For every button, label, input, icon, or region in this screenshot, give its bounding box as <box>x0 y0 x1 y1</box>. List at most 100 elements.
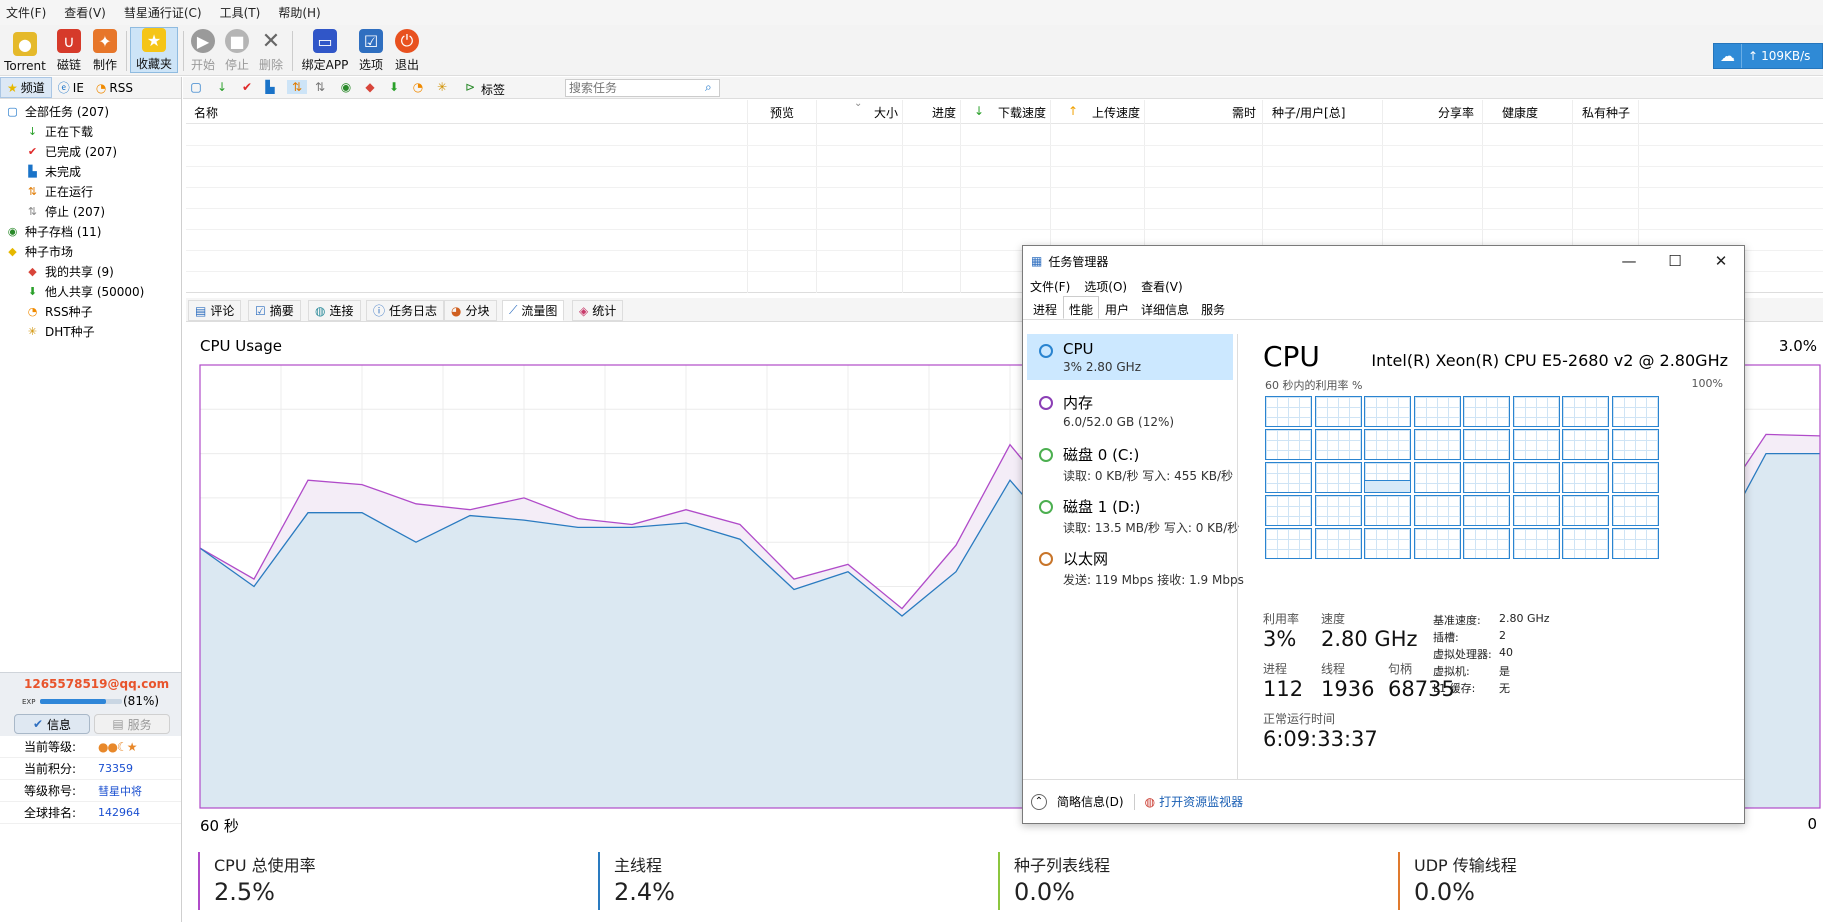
make-torrent-button[interactable]: ✦ 制作 <box>88 27 122 73</box>
tab-pieces[interactable]: ◕ 分块 <box>444 300 497 321</box>
menu-view[interactable]: 查看(V) <box>64 4 106 21</box>
menu-passport[interactable]: 彗星通行证(C) <box>124 4 202 21</box>
column-health[interactable]: 健康度 <box>1502 104 1538 121</box>
download-icon[interactable]: ↓ <box>215 80 229 94</box>
user-email[interactable]: 1265578519@qq.com <box>24 677 169 691</box>
favorites-button[interactable]: ★ 收藏夹 <box>130 27 178 73</box>
sidebar-item-completed[interactable]: ✔ 已完成 (207) <box>0 141 181 161</box>
tm-tab-users[interactable]: 用户 <box>1099 296 1135 319</box>
column-ratio[interactable]: 分享率 <box>1438 104 1474 121</box>
tm-tab-details[interactable]: 详细信息 <box>1135 296 1195 319</box>
core-graph <box>1611 396 1659 427</box>
tm-resource-item[interactable]: 以太网 发送: 119 Mbps 接收: 1.9 Mbps <box>1027 542 1244 588</box>
tab-comments[interactable]: ▤ 评论 <box>188 300 242 321</box>
sidebar-item-archive[interactable]: ◉ 种子存档 (11) <box>0 221 181 241</box>
sidebar-item-incomplete[interactable]: ▙ 未完成 <box>0 161 181 181</box>
stop-button[interactable]: ■ 停止 <box>222 27 252 73</box>
chevron-up-icon[interactable]: ⌃ <box>1031 793 1047 810</box>
tm-tab-processes[interactable]: 进程 <box>1027 296 1063 319</box>
tm-menu-options[interactable]: 选项(O) <box>1084 278 1127 295</box>
tab-task-log[interactable]: ⓘ 任务日志 <box>366 300 445 321</box>
sidebar-item-downloading[interactable]: ↓ 正在下载 <box>0 121 181 141</box>
stopped-icon: ⇅ <box>27 204 38 218</box>
column-download-speed[interactable]: 下载速度 <box>998 104 1046 121</box>
completed-icon[interactable]: ✔ <box>240 80 254 94</box>
sidebar-item-rss[interactable]: ◔ RSS种子 <box>0 301 181 321</box>
sidebar-item-others-share[interactable]: ⬇ 他人共享 (50000) <box>0 281 181 301</box>
running-icon[interactable]: ⇅ <box>287 80 307 94</box>
column-name[interactable]: 名称 <box>194 104 218 121</box>
tab-rss[interactable]: ◔ RSS <box>90 77 139 98</box>
column-progress[interactable]: 进度 <box>932 104 956 121</box>
column-seeds[interactable]: 种子/用户[总] <box>1272 104 1345 121</box>
sidebar-item-all-tasks[interactable]: ▢ 全部任务 (207) <box>0 101 181 121</box>
speed-indicator[interactable]: ☁ ↑ 109KB/s <box>1713 43 1823 69</box>
search-input[interactable] <box>565 79 720 97</box>
dht-icon[interactable]: ✳ <box>435 80 449 94</box>
sidebar-item-dht[interactable]: ✳ DHT种子 <box>0 321 181 341</box>
tm-tab-services[interactable]: 服务 <box>1195 296 1231 319</box>
tm-resource-item[interactable]: 内存 6.0/52.0 GB (12%) <box>1027 386 1233 432</box>
tab-summary[interactable]: ☑ 摘要 <box>248 300 301 321</box>
tab-channel[interactable]: ★ 频道 <box>0 77 52 98</box>
tab-ie[interactable]: ⓔ IE <box>52 77 90 98</box>
menu-tools[interactable]: 工具(T) <box>220 4 261 21</box>
magnet-button[interactable]: ∪ 磁链 <box>52 27 86 73</box>
tm-resource-item[interactable]: 磁盘 1 (D:) 读取: 13.5 MB/秒 写入: 0 KB/秒 <box>1027 490 1239 536</box>
column-upload-speed[interactable]: 上传速度 <box>1092 104 1140 121</box>
sidebar-item-running[interactable]: ⇅ 正在运行 <box>0 181 181 201</box>
tm-resource-item[interactable]: 磁盘 0 (C:) 读取: 0 KB/秒 写入: 455 KB/秒 <box>1027 438 1233 484</box>
rss-icon[interactable]: ◔ <box>411 80 425 94</box>
maximize-button[interactable]: ☐ <box>1652 246 1698 276</box>
stopped-icon[interactable]: ⇅ <box>313 80 327 94</box>
resource-title: 磁盘 1 (D:) <box>1063 498 1141 516</box>
sidebar-item-label: 停止 (207) <box>45 204 106 219</box>
open-resource-monitor-link[interactable]: 打开资源监视器 <box>1159 793 1243 810</box>
search-icon[interactable]: ⌕ <box>705 80 712 95</box>
user-info-key: 当前积分: <box>24 762 77 776</box>
column-size[interactable]: 大小 <box>874 104 898 121</box>
sidebar-item-market[interactable]: ◆ 种子市场 <box>0 241 181 261</box>
tm-tab-performance[interactable]: 性能 <box>1063 296 1100 319</box>
column-time[interactable]: 需时 <box>1232 104 1256 121</box>
tab-stats[interactable]: ◈ 统计 <box>572 300 624 321</box>
legend-name: CPU 总使用率 <box>214 856 316 875</box>
tm-menu-view[interactable]: 查看(V) <box>1141 278 1183 295</box>
start-button[interactable]: ▶ 开始 <box>188 27 218 73</box>
tag-icon[interactable]: ⊳ <box>463 80 477 94</box>
tag-label[interactable]: 标签 <box>481 81 505 98</box>
sidebar-item-label: 已完成 (207) <box>45 144 118 159</box>
fewer-details-link[interactable]: 简略信息(D) <box>1057 793 1124 810</box>
tm-menu-file[interactable]: 文件(F) <box>1030 278 1070 295</box>
legend-item: UDP 传输线程 0.0% <box>1398 852 1517 910</box>
column-preview[interactable]: 预览 <box>770 104 794 121</box>
minimize-button[interactable]: — <box>1606 246 1652 276</box>
sidebar-item-stopped[interactable]: ⇅ 停止 (207) <box>0 201 181 221</box>
tab-info[interactable]: ✔ 信息 <box>14 714 90 734</box>
sidebar-item-my-share[interactable]: ◆ 我的共享 (9) <box>0 261 181 281</box>
tab-connections[interactable]: ◍ 连接 <box>308 300 361 321</box>
bind-app-button[interactable]: ▭ 绑定APP <box>298 27 352 73</box>
market-icon: ◆ <box>8 244 17 258</box>
sidebar-item-label: 未完成 <box>45 164 82 179</box>
options-button[interactable]: ☑ 选项 <box>356 27 386 73</box>
tab-traffic[interactable]: ⟋ 流量图 <box>502 300 565 321</box>
exit-button[interactable]: ⏻ 退出 <box>392 27 422 73</box>
column-divider <box>816 100 817 293</box>
delete-button[interactable]: ✕ 删除 <box>256 27 286 73</box>
tab-service[interactable]: ▤ 服务 <box>94 714 170 734</box>
torrent-button[interactable]: ● Torrent <box>2 27 48 73</box>
new-task-icon[interactable]: ▢ <box>189 80 203 94</box>
share-icon[interactable]: ◆ <box>363 80 377 94</box>
archive-icon[interactable]: ◉ <box>339 80 353 94</box>
incomplete-icon[interactable]: ▙ <box>263 80 277 94</box>
menu-help[interactable]: 帮助(H) <box>278 4 320 21</box>
column-private[interactable]: 私有种子 <box>1582 104 1630 121</box>
grid-row-line <box>186 166 1823 167</box>
tm-resource-item[interactable]: CPU 3% 2.80 GHz <box>1027 334 1233 380</box>
menu-file[interactable]: 文件(F) <box>6 4 46 21</box>
close-button[interactable]: ✕ <box>1698 246 1744 276</box>
exp-bar-fill <box>40 699 107 704</box>
import-icon[interactable]: ⬇ <box>387 80 401 94</box>
stats-icon: ◈ <box>579 303 589 318</box>
